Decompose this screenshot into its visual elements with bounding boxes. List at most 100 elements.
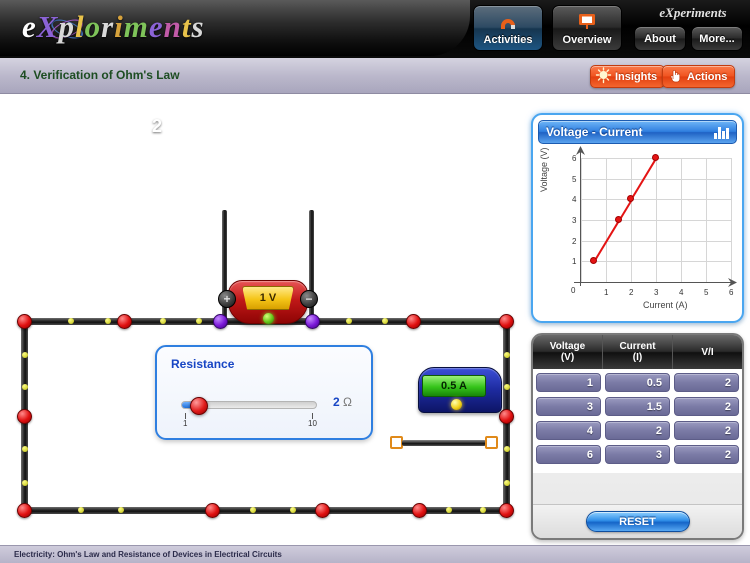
- table-cell[interactable]: 2: [674, 421, 739, 440]
- column-header-line2: (V): [560, 352, 575, 363]
- table-header-row: Voltage (V) Current (I) V/I: [533, 335, 742, 369]
- circuit-node[interactable]: [17, 314, 32, 329]
- circuit-node[interactable]: [412, 503, 427, 518]
- current-dot: [22, 352, 28, 358]
- table-cell[interactable]: 0.5: [605, 373, 670, 392]
- table-column-header: V/I: [673, 335, 742, 369]
- chart-y-axis-label: Voltage (V): [539, 147, 549, 192]
- top-navigation-bar: eXploriments Activities Overview About M…: [0, 0, 750, 58]
- current-dot: [480, 507, 486, 513]
- resistance-panel: Resistance 1 10 2 Ω: [155, 345, 373, 440]
- chart-y-tick-label: 1: [572, 257, 577, 267]
- measurements-table-panel: Voltage (V) Current (I) V/I 1 0.5 2 3 1.5 2 4 2 2 6 3 2…: [531, 333, 744, 540]
- table-cell[interactable]: 2: [605, 421, 670, 440]
- app-logo-text: eXploriments: [22, 9, 205, 44]
- circuit-node[interactable]: [499, 314, 514, 329]
- table-cell[interactable]: 6: [536, 445, 601, 464]
- circuit-node[interactable]: [17, 503, 32, 518]
- table-cell[interactable]: 3: [536, 397, 601, 416]
- voltmeter[interactable]: 1 V + −: [218, 280, 318, 332]
- resistance-panel-title: Resistance: [171, 357, 235, 371]
- table-cell[interactable]: 2: [674, 445, 739, 464]
- table-row: 632: [536, 445, 739, 464]
- nav-button-more[interactable]: More...: [691, 26, 743, 51]
- voltage-current-chart-panel: Voltage - Current Voltage (V) Current (A…: [531, 113, 744, 323]
- table-column-header: Current (I): [603, 335, 673, 369]
- voltmeter-reading: 1 V: [242, 286, 294, 310]
- voltmeter-positive-terminal[interactable]: +: [218, 290, 236, 308]
- current-dot: [68, 318, 74, 324]
- nav-label-more: More...: [699, 32, 735, 45]
- chart-y-tick-label: 4: [572, 195, 577, 205]
- chart-x-tick-label: 1: [604, 288, 609, 297]
- circuit-wire-bottom[interactable]: [20, 507, 510, 514]
- actions-button[interactable]: Actions: [662, 65, 736, 88]
- circuit-node[interactable]: [499, 503, 514, 518]
- chart-gridline-vertical: [681, 158, 682, 282]
- circuit-node[interactable]: [406, 314, 421, 329]
- column-header-line1: Voltage: [549, 341, 586, 352]
- status-bar-text: Electricity: Ohm's Law and Resistance of…: [14, 550, 282, 559]
- chart-x-tick-label: 6: [729, 288, 734, 297]
- table-cell[interactable]: 3: [605, 445, 670, 464]
- current-dot: [504, 352, 510, 358]
- current-dot: [105, 318, 111, 324]
- chart-y-tick-label: 3: [572, 216, 577, 225]
- nav-label-about: About: [644, 32, 676, 45]
- chart-gridline-horizontal: [581, 220, 731, 221]
- circuit-canvas: 1 V + − 0.5 A 2 Ω +: [0, 94, 528, 563]
- circuit-node[interactable]: [205, 503, 220, 518]
- current-dot: [346, 318, 352, 324]
- chart-y-axis: [580, 152, 581, 286]
- table-cell[interactable]: 1.5: [605, 397, 670, 416]
- app-logo: eXploriments: [22, 6, 232, 50]
- nav-label-activities: Activities: [483, 34, 533, 46]
- wire-connector[interactable]: [390, 436, 498, 450]
- slider-max-label: 10: [308, 419, 317, 428]
- table-cell[interactable]: 4: [536, 421, 601, 440]
- chart-data-point[interactable]: [589, 257, 597, 265]
- chart-data-point[interactable]: [652, 154, 659, 161]
- circuit-node[interactable]: [315, 503, 330, 518]
- current-dot: [22, 384, 28, 390]
- chart-data-point[interactable]: [614, 216, 622, 223]
- circuit-node[interactable]: [117, 314, 132, 329]
- chart-y-tick-label: 2: [572, 236, 577, 246]
- current-dot: [504, 446, 510, 452]
- application-root: eXploriments Activities Overview About M…: [0, 0, 750, 563]
- chart-gridline-horizontal: [581, 178, 731, 180]
- nav-label-overview: Overview: [562, 34, 612, 46]
- insights-label: Insights: [615, 70, 658, 83]
- ammeter-reading: 0.5 A: [422, 375, 486, 397]
- nav-button-about[interactable]: About: [634, 26, 686, 51]
- chart-x-tick-label: 2: [629, 288, 634, 297]
- bar-chart-icon[interactable]: [714, 127, 729, 139]
- column-header-line1: V/I: [701, 346, 714, 358]
- presentation-board-icon: [577, 9, 597, 33]
- ammeter[interactable]: 0.5 A: [412, 367, 508, 417]
- connector-terminal-right[interactable]: [485, 436, 498, 449]
- chart-gridline-vertical: [731, 158, 732, 282]
- table-column-header: Voltage (V): [533, 335, 603, 369]
- nav-button-activities[interactable]: Activities: [473, 5, 543, 51]
- chart-title: Voltage - Current: [546, 125, 643, 139]
- reset-button[interactable]: RESET: [585, 511, 690, 532]
- table-cell[interactable]: 2: [674, 397, 739, 416]
- table-footer: RESET: [533, 504, 742, 538]
- chart-gridline-horizontal: [581, 199, 731, 201]
- voltmeter-negative-terminal[interactable]: −: [300, 290, 318, 308]
- connector-bar: [402, 440, 486, 446]
- column-header-line1: Current: [619, 341, 656, 352]
- circuit-node[interactable]: [17, 409, 32, 424]
- current-dot: [196, 318, 202, 324]
- table-cell[interactable]: 1: [536, 373, 601, 392]
- chart-x-axis-label: Current (A): [643, 300, 688, 310]
- nav-button-overview[interactable]: Overview: [552, 5, 622, 51]
- table-row: 422: [536, 421, 739, 440]
- resistance-slider-knob[interactable]: [189, 397, 208, 415]
- chart-gridline-vertical: [706, 158, 707, 282]
- resistance-slider[interactable]: [181, 397, 317, 415]
- chart-gridlines: [581, 158, 732, 283]
- table-cell[interactable]: 2: [674, 373, 739, 392]
- insights-button[interactable]: Insights: [590, 65, 666, 88]
